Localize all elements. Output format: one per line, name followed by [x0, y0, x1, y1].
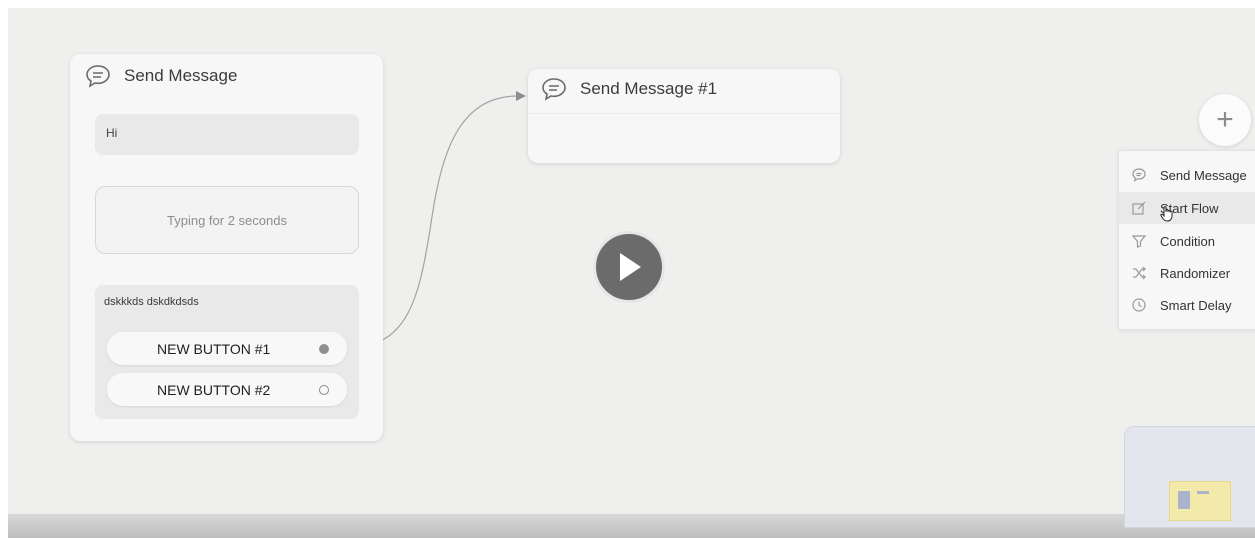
menu-item-label: Randomizer — [1160, 265, 1231, 281]
node-header: Send Message — [84, 62, 237, 90]
button-label: NEW BUTTON #2 — [157, 381, 271, 398]
new-button-1[interactable]: NEW BUTTON #1 — [107, 332, 347, 365]
chat-icon — [1132, 168, 1146, 182]
empty-port-icon[interactable] — [319, 384, 329, 395]
filter-icon — [1131, 235, 1147, 248]
clock-icon — [1132, 298, 1146, 312]
text-message: Hi — [106, 126, 118, 140]
node-divider — [528, 113, 840, 114]
send-message-node-1[interactable]: Send Message #1 — [528, 69, 840, 163]
menu-item-smart-delay[interactable]: Smart Delay — [1119, 289, 1255, 321]
chat-icon — [86, 65, 110, 88]
button-label: NEW BUTTON #1 — [157, 340, 271, 357]
minimap-node — [1169, 481, 1231, 521]
new-button-2[interactable]: NEW BUTTON #2 — [107, 373, 347, 406]
connected-port-icon[interactable] — [319, 343, 329, 354]
play-video-button[interactable] — [593, 231, 665, 303]
card-block[interactable]: dskkkds dskdkdsds NEW BUTTON #1 NEW BUTT… — [95, 285, 359, 419]
text-message-block[interactable]: Hi — [95, 114, 359, 155]
hand-cursor-icon — [1160, 206, 1173, 222]
add-step-button[interactable]: + — [1199, 94, 1251, 146]
menu-item-randomizer[interactable]: Randomizer — [1119, 257, 1255, 289]
add-step-menu: Send Message Start Flow Condition Random… — [1118, 150, 1255, 330]
menu-item-start-flow[interactable]: Start Flow — [1119, 192, 1255, 224]
node-title: Send Message — [124, 66, 238, 85]
send-message-node[interactable]: Send Message Hi Typing for 2 seconds dsk… — [70, 54, 383, 441]
typing-label: Typing for 2 seconds — [167, 212, 287, 228]
card-text: dskkkds dskdkdsds — [104, 296, 199, 308]
edit-icon — [1132, 201, 1146, 215]
typing-delay-block[interactable]: Typing for 2 seconds — [95, 186, 359, 254]
shuffle-icon — [1133, 266, 1146, 280]
chat-icon — [542, 78, 566, 101]
node-title: Send Message #1 — [580, 79, 718, 98]
menu-item-label: Send Message — [1160, 167, 1247, 183]
menu-item-condition[interactable]: Condition — [1119, 225, 1255, 257]
plus-icon: + — [1216, 103, 1234, 136]
menu-item-label: Smart Delay — [1160, 297, 1232, 313]
minimap[interactable] — [1124, 426, 1255, 528]
play-icon — [620, 253, 641, 281]
menu-item-label: Condition — [1160, 233, 1215, 249]
node-header: Send Message #1 — [540, 75, 717, 103]
menu-item-send-message[interactable]: Send Message — [1119, 159, 1255, 191]
